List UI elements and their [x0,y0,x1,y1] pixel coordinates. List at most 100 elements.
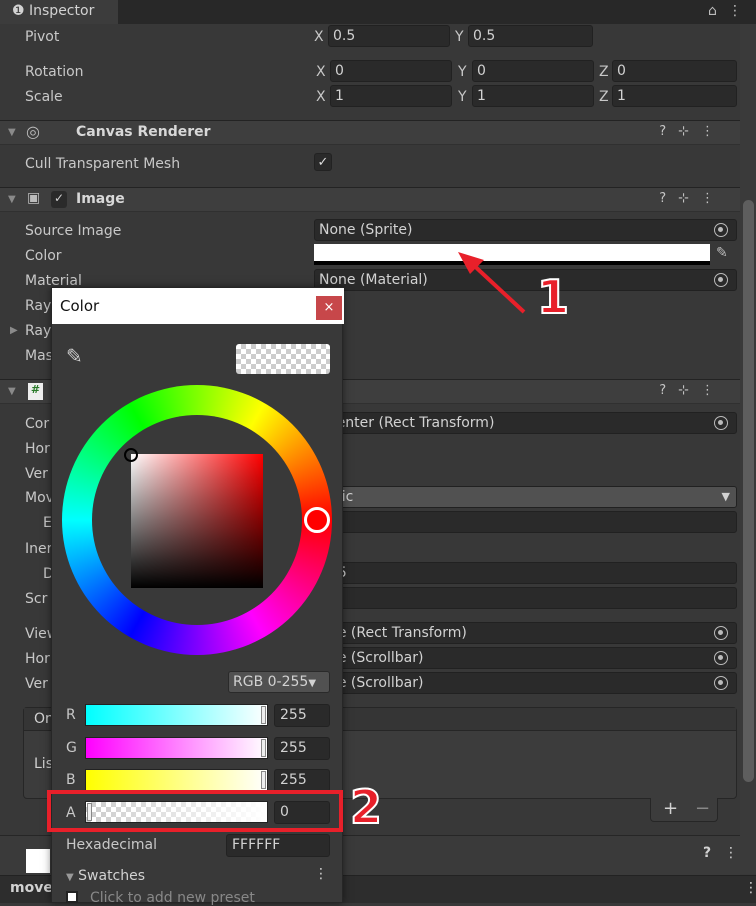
hex-field[interactable]: FFFFFF [226,834,330,857]
event-add-remove: + − [650,798,718,822]
content-label: Cor [25,416,50,432]
b-label: B [66,772,76,788]
movement-dropdown[interactable]: stic▼ [314,486,737,508]
cull-checkbox[interactable]: ✓ [314,153,332,171]
sensitivity-field[interactable] [314,587,737,609]
raycast-label: Ray [25,298,52,314]
hue-handle[interactable] [304,507,330,533]
scroll-sensitivity-label: Scr [25,591,48,607]
object-picker-icon[interactable] [714,626,728,640]
dropdown-arrow-icon: ▼ [721,490,730,503]
content-field[interactable]: center (Rect Transform) [314,412,737,434]
lock-icon[interactable]: ⌂ [708,3,717,19]
axis-x: X [314,29,324,45]
axis-x: X [316,64,326,80]
axis-y: Y [458,64,467,80]
axis-y: Y [458,89,467,105]
header-icons[interactable]: ?⊹⋮ [659,124,726,139]
foldout-triangle-icon[interactable]: ▼ [8,194,16,205]
eyedropper-icon[interactable]: ✎ [716,245,728,261]
cull-label: Cull Transparent Mesh [25,156,181,172]
color-mode-dropdown[interactable]: RGB 0-255▼ [228,671,330,693]
kebab-icon[interactable]: ⋮ [314,866,328,882]
axis-x: X [316,89,326,105]
help-icon[interactable]: ? [703,845,711,861]
color-picker-titlebar[interactable]: Color × [52,288,344,324]
rotation-z-field[interactable]: 0 [612,60,737,82]
saturation-value-square[interactable] [131,454,263,588]
rotation-x-field[interactable]: 0 [330,60,452,82]
slider-handle[interactable] [261,706,266,724]
material-preview [26,849,50,873]
scale-y-field[interactable]: 1 [472,85,594,107]
tab-bar: ❶ Inspector ⌂ ⋮ [0,0,756,24]
add-button[interactable]: + [663,798,678,819]
axis-y: Y [455,29,464,45]
source-image-field[interactable]: None (Sprite) [314,219,737,241]
swatches-foldout[interactable]: ▼ Swatches [66,868,145,884]
pivot-label: Pivot [25,29,60,45]
source-image-label: Source Image [25,223,122,239]
object-picker-icon[interactable] [714,651,728,665]
preview-title: move [10,880,53,896]
raycast-padding-label: Ray [25,323,52,339]
dropdown-arrow-icon: ▼ [308,678,317,689]
remove-button[interactable]: − [695,798,710,819]
color-mode-value: RGB 0-255 [233,674,309,690]
component-title: Image [76,191,125,207]
pivot-y-field[interactable]: 0.5 [468,25,593,47]
color-label: Color [25,248,62,264]
preset-hint[interactable]: Click to add new preset [90,890,255,906]
b-field[interactable]: 255 [274,769,330,792]
foldout-triangle-icon[interactable]: ▼ [8,127,16,138]
g-slider[interactable] [85,737,268,759]
foldout-triangle-icon[interactable]: ▶ [10,325,18,336]
b-slider[interactable] [85,769,268,791]
annotation-box-2 [47,790,343,832]
annotation-label-1: 1 [536,269,570,325]
info-icon: ❶ [12,3,30,19]
inspector-tab[interactable]: ❶ Inspector [0,0,118,24]
scale-x-field[interactable]: 1 [330,85,452,107]
deceleration-field[interactable]: 35 [314,562,737,584]
g-label: G [66,740,77,756]
kebab-icon[interactable]: ⋮ [728,3,742,19]
scrollbar-thumb[interactable] [743,200,754,782]
viewport-field[interactable]: ne (Rect Transform) [314,622,737,644]
slider-handle[interactable] [261,771,266,789]
header-icons[interactable]: ?⊹⋮ [659,191,726,206]
object-picker-icon[interactable] [714,676,728,690]
content-value: center (Rect Transform) [329,415,495,431]
image-icon: ▣ [27,190,41,206]
foldout-triangle-icon[interactable]: ▼ [8,386,16,397]
kebab-icon[interactable]: ⋮ [744,880,756,896]
rotation-y-field[interactable]: 0 [472,60,594,82]
vscroll-field[interactable]: ne (Scrollbar) [314,672,737,694]
pivot-x-field[interactable]: 0.5 [328,25,450,47]
sv-handle[interactable] [124,448,138,462]
foldout-triangle-icon: ▼ [66,872,74,883]
r-label: R [66,707,76,723]
preset-icon [66,891,78,903]
movement-label: Mov [25,490,54,506]
header-icons[interactable]: ?⊹⋮ [659,383,726,398]
hscroll-field[interactable]: ne (Scrollbar) [314,647,737,669]
scale-z-field[interactable]: 1 [612,85,737,107]
elasticity-field[interactable] [314,511,737,533]
g-field[interactable]: 255 [274,737,330,760]
image-header[interactable]: ▼ ▣ ✓ Image ?⊹⋮ [0,187,740,212]
inertia-label: Iner [25,541,53,557]
rotation-label: Rotation [25,64,84,80]
r-field[interactable]: 255 [274,704,330,727]
maskable-label: Mas [25,348,53,364]
r-slider[interactable] [85,704,268,726]
close-button[interactable]: × [316,296,342,320]
eyedropper-icon[interactable]: ✎ [66,344,83,368]
slider-handle[interactable] [261,739,266,757]
kebab-icon[interactable]: ⋮ [724,845,738,861]
enabled-checkbox[interactable]: ✓ [51,191,67,208]
object-picker-icon[interactable] [714,223,728,237]
object-picker-icon[interactable] [714,416,728,430]
canvas-renderer-header[interactable]: ▼ ◎ Canvas Renderer ?⊹⋮ [0,120,740,145]
object-picker-icon[interactable] [714,273,728,287]
